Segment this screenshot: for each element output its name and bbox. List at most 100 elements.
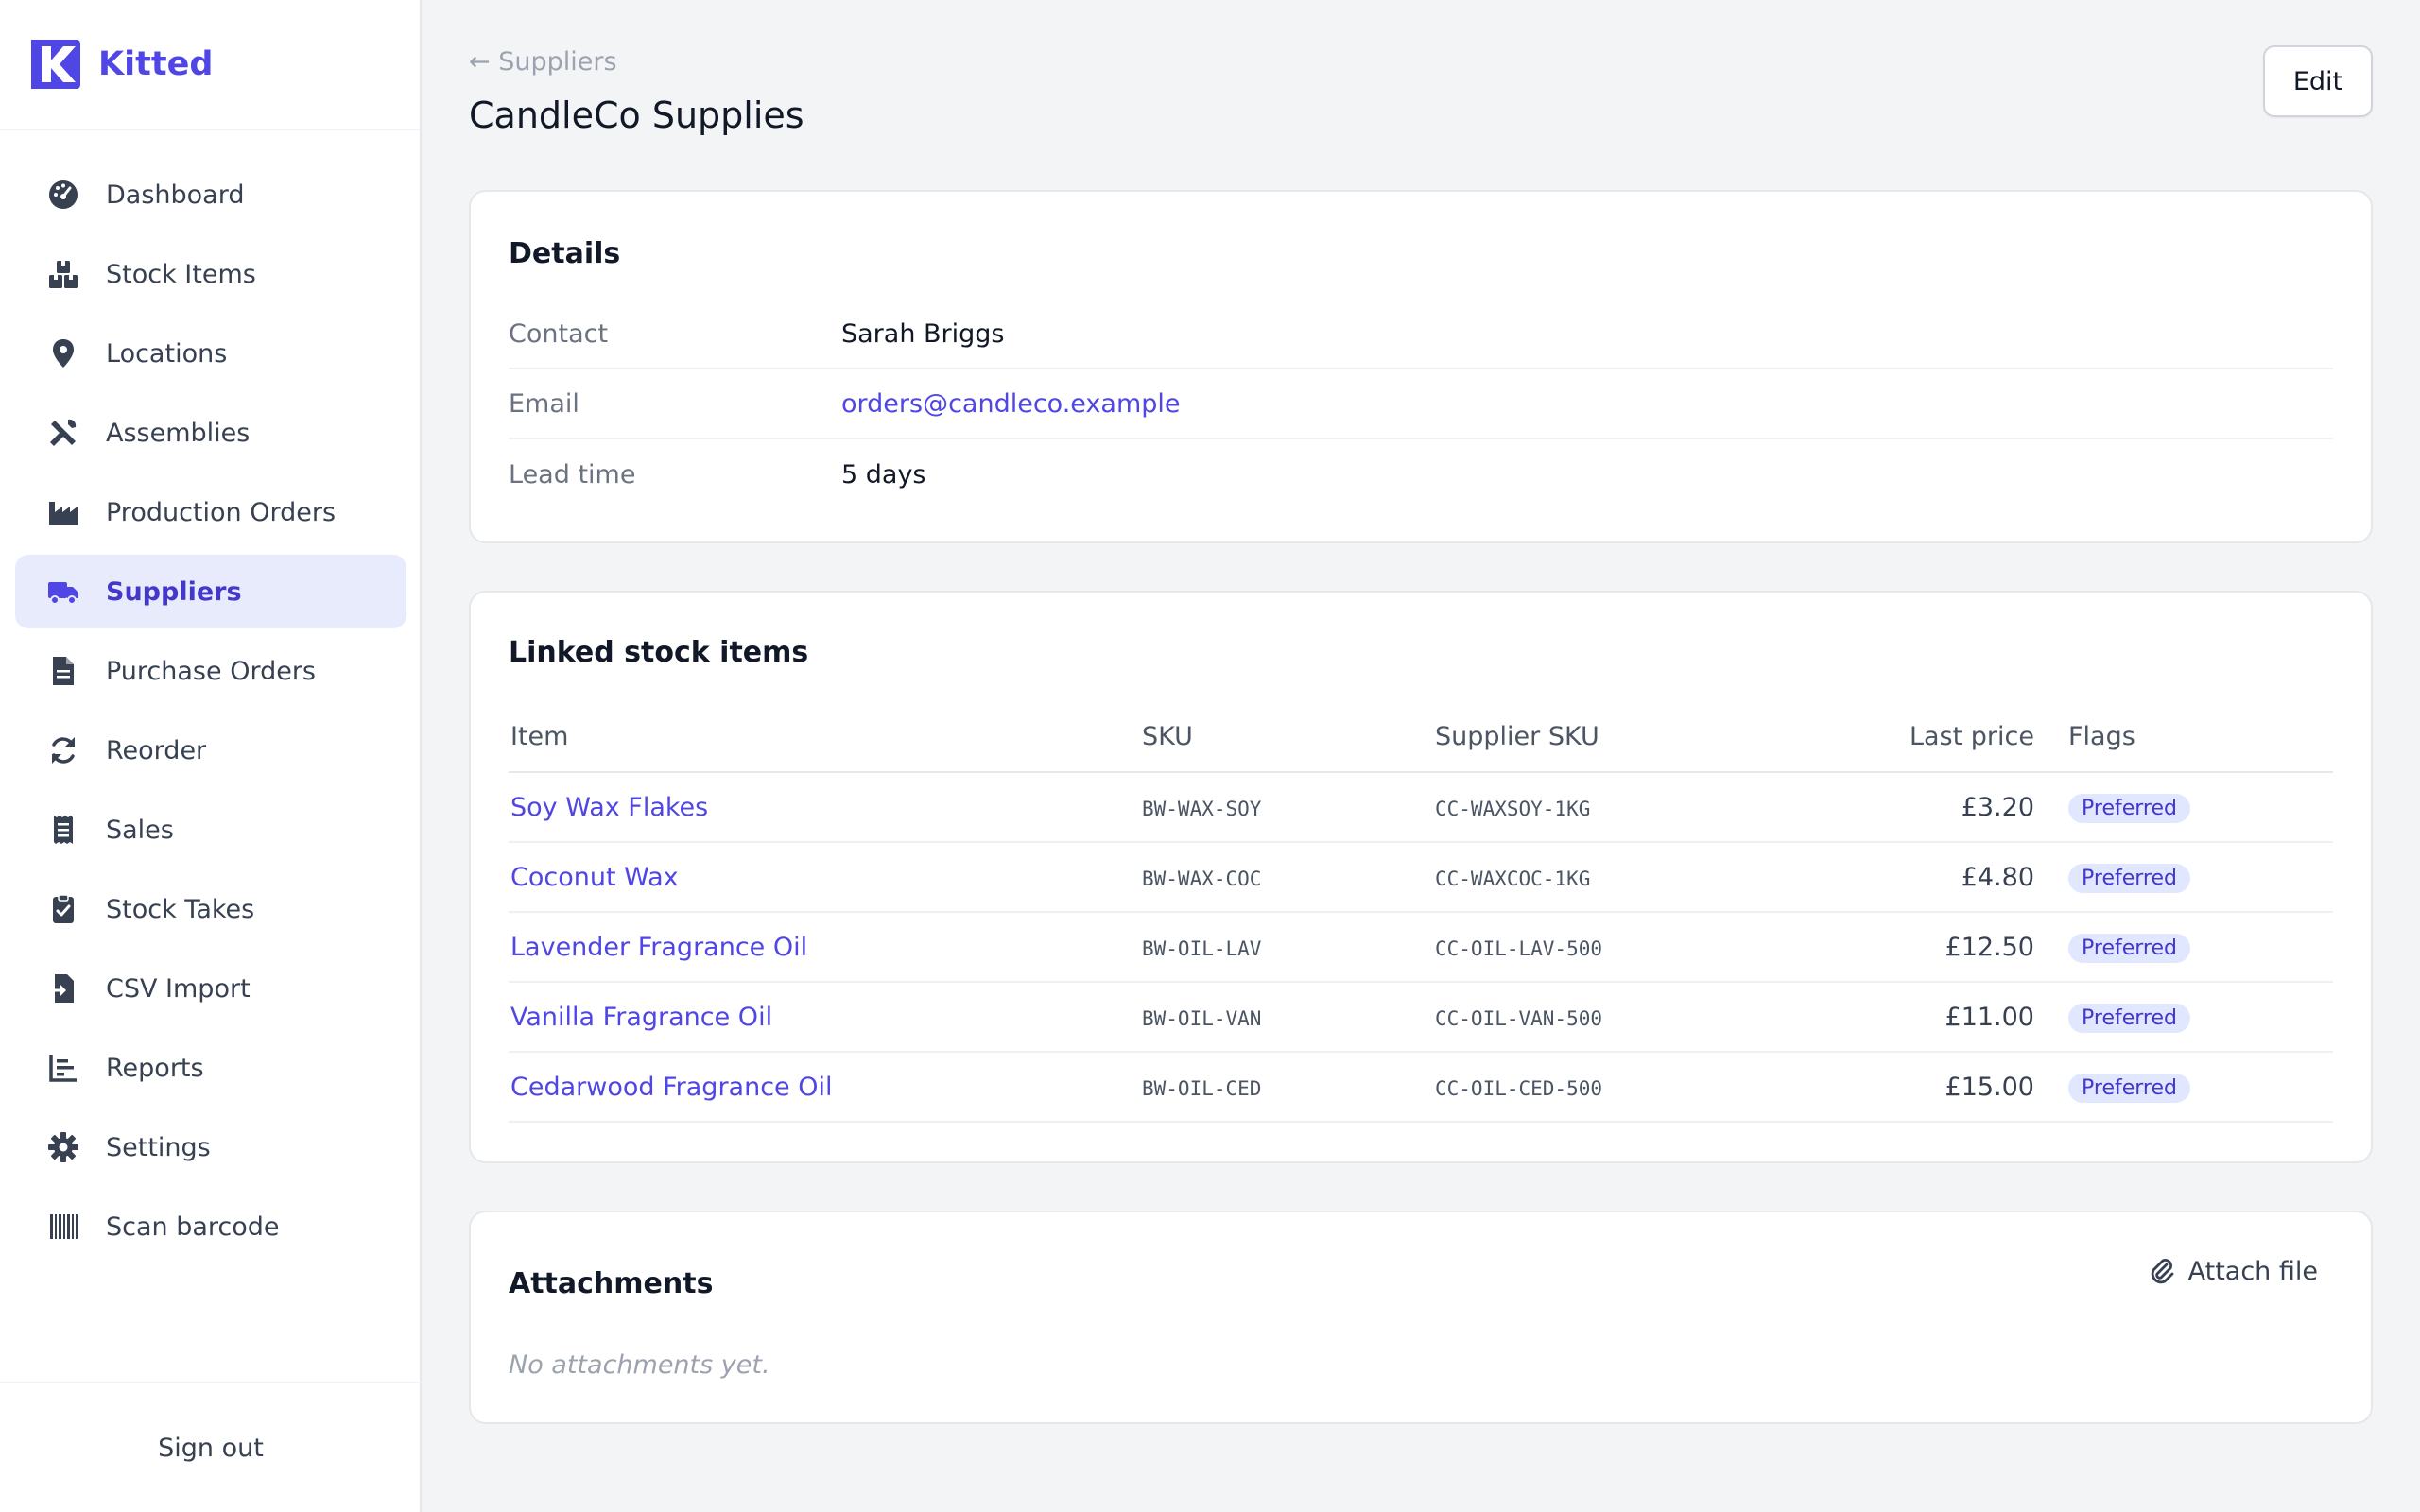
supplier-sku-cell: CC-WAXCOC-1KG — [1435, 867, 1591, 890]
preferred-badge: Preferred — [2068, 1003, 2190, 1033]
column-header-item: Item — [509, 702, 1140, 773]
attachments-card: Attachments Attach file No attachments y… — [469, 1211, 2373, 1424]
sidebar-item-stock-items[interactable]: Stock Items — [15, 237, 406, 311]
stock-item-link[interactable]: Cedarwood Fragrance Oil — [510, 1073, 833, 1102]
tools-icon — [47, 417, 79, 449]
linked-stock-items-card: Linked stock items Item SKU Supplier SKU… — [469, 591, 2373, 1163]
sidebar-item-sales[interactable]: Sales — [15, 793, 406, 867]
sidebar-item-label: Scan barcode — [106, 1211, 280, 1242]
preferred-badge: Preferred — [2068, 793, 2190, 823]
linked-stock-items-table: Item SKU Supplier SKU Last price Flags S… — [509, 702, 2333, 1123]
table-row: Vanilla Fragrance Oil BW-OIL-VAN CC-OIL-… — [509, 982, 2333, 1053]
truck-icon — [47, 576, 79, 608]
sku-cell: BW-WAX-SOY — [1142, 797, 1262, 820]
sidebar-item-assemblies[interactable]: Assemblies — [15, 396, 406, 470]
sku-cell: BW-OIL-VAN — [1142, 1006, 1262, 1030]
column-header-sku: SKU — [1140, 702, 1433, 773]
preferred-badge: Preferred — [2068, 1073, 2190, 1103]
table-row: Coconut Wax BW-WAX-COC CC-WAXCOC-1KG £4.… — [509, 842, 2333, 913]
sidebar-item-purchase-orders[interactable]: Purchase Orders — [15, 634, 406, 708]
kitted-logo-icon — [31, 40, 80, 89]
table-row: Cedarwood Fragrance Oil BW-OIL-CED CC-OI… — [509, 1052, 2333, 1123]
boxes-icon — [47, 258, 79, 290]
supplier-sku-cell: CC-WAXSOY-1KG — [1435, 797, 1591, 820]
sidebar-item-dashboard[interactable]: Dashboard — [15, 158, 406, 232]
preferred-badge: Preferred — [2068, 863, 2190, 893]
sidebar-item-locations[interactable]: Locations — [15, 317, 406, 390]
sidebar-item-production-orders[interactable]: Production Orders — [15, 475, 406, 549]
sidebar-item-settings[interactable]: Settings — [15, 1110, 406, 1184]
refresh-icon — [47, 734, 79, 766]
brand[interactable]: Kitted — [0, 0, 420, 130]
sidebar-item-label: Stock Takes — [106, 894, 255, 924]
sidebar-item-label: Assemblies — [106, 418, 251, 448]
sidebar-nav: Dashboard Stock Items Locations Assembli… — [15, 158, 406, 1269]
table-header-row: Item SKU Supplier SKU Last price Flags — [509, 702, 2333, 773]
linked-stock-items-title: Linked stock items — [509, 636, 809, 669]
document-icon — [47, 655, 79, 687]
attach-file-label: Attach file — [2187, 1256, 2318, 1286]
sidebar-item-label: CSV Import — [106, 973, 251, 1004]
sidebar-item-scan-barcode[interactable]: Scan barcode — [15, 1190, 406, 1263]
detail-row-email: Email orders@candleco.example — [509, 369, 2333, 439]
contact-value: Sarah Briggs — [841, 318, 1005, 349]
lead-time-value: 5 days — [841, 459, 926, 490]
detail-label: Email — [509, 388, 579, 419]
sku-cell: BW-OIL-LAV — [1142, 936, 1262, 960]
sign-out-button[interactable]: Sign out — [158, 1434, 264, 1463]
last-price-cell: £4.80 — [1849, 842, 2066, 913]
column-header-last-price: Last price — [1849, 702, 2066, 773]
clipboard-check-icon — [47, 893, 79, 925]
gear-icon — [47, 1131, 79, 1163]
sidebar-item-label: Suppliers — [106, 576, 242, 607]
sidebar-item-label: Dashboard — [106, 180, 245, 210]
last-price-cell: £11.00 — [1849, 982, 2066, 1053]
sidebar-item-label: Purchase Orders — [106, 656, 316, 686]
attachments-title: Attachments — [509, 1267, 714, 1300]
receipt-icon — [47, 814, 79, 846]
paperclip-icon — [2151, 1259, 2174, 1284]
column-header-flags: Flags — [2066, 702, 2333, 773]
stock-item-link[interactable]: Coconut Wax — [510, 863, 679, 892]
barcode-icon — [47, 1211, 79, 1243]
sidebar-item-label: Sales — [106, 815, 174, 845]
no-attachments-text: No attachments yet. — [509, 1350, 770, 1380]
last-price-cell: £15.00 — [1849, 1052, 2066, 1123]
stock-item-link[interactable]: Lavender Fragrance Oil — [510, 933, 807, 962]
sidebar-item-reports[interactable]: Reports — [15, 1031, 406, 1105]
last-price-cell: £12.50 — [1849, 912, 2066, 983]
last-price-cell: £3.20 — [1849, 772, 2066, 843]
sidebar-item-label: Stock Items — [106, 259, 256, 289]
sidebar-item-label: Reorder — [106, 735, 207, 765]
map-pin-icon — [47, 337, 79, 369]
gauge-icon — [47, 179, 79, 211]
detail-row-lead-time: Lead time 5 days — [509, 439, 2333, 509]
stock-item-link[interactable]: Soy Wax Flakes — [510, 793, 708, 822]
sku-cell: BW-WAX-COC — [1142, 867, 1262, 890]
supplier-sku-cell: CC-OIL-VAN-500 — [1435, 1006, 1603, 1030]
edit-button[interactable]: Edit — [2263, 45, 2373, 117]
sidebar-item-label: Reports — [106, 1053, 204, 1083]
supplier-sku-cell: CC-OIL-CED-500 — [1435, 1076, 1603, 1100]
app-name: Kitted — [98, 45, 214, 83]
supplier-sku-cell: CC-OIL-LAV-500 — [1435, 936, 1603, 960]
attach-file-button[interactable]: Attach file — [2147, 1256, 2318, 1286]
sidebar-item-label: Settings — [106, 1132, 211, 1162]
table-row: Soy Wax Flakes BW-WAX-SOY CC-WAXSOY-1KG … — [509, 772, 2333, 843]
sidebar-footer: Sign out — [0, 1382, 422, 1512]
sidebar-item-label: Locations — [106, 338, 228, 369]
stock-item-link[interactable]: Vanilla Fragrance Oil — [510, 1003, 772, 1032]
back-to-suppliers-link[interactable]: ← Suppliers — [469, 47, 617, 77]
preferred-badge: Preferred — [2068, 933, 2190, 963]
sidebar-item-stock-takes[interactable]: Stock Takes — [15, 872, 406, 946]
sidebar-item-reorder[interactable]: Reorder — [15, 713, 406, 787]
sku-cell: BW-OIL-CED — [1142, 1076, 1262, 1100]
details-card: Details Contact Sarah Briggs Email order… — [469, 190, 2373, 543]
file-import-icon — [47, 972, 79, 1005]
sidebar-item-label: Production Orders — [106, 497, 337, 527]
details-title: Details — [509, 237, 621, 270]
sidebar-item-suppliers[interactable]: Suppliers — [15, 555, 406, 628]
detail-row-contact: Contact Sarah Briggs — [509, 300, 2333, 369]
email-link[interactable]: orders@candleco.example — [841, 389, 1181, 419]
sidebar-item-csv-import[interactable]: CSV Import — [15, 952, 406, 1025]
